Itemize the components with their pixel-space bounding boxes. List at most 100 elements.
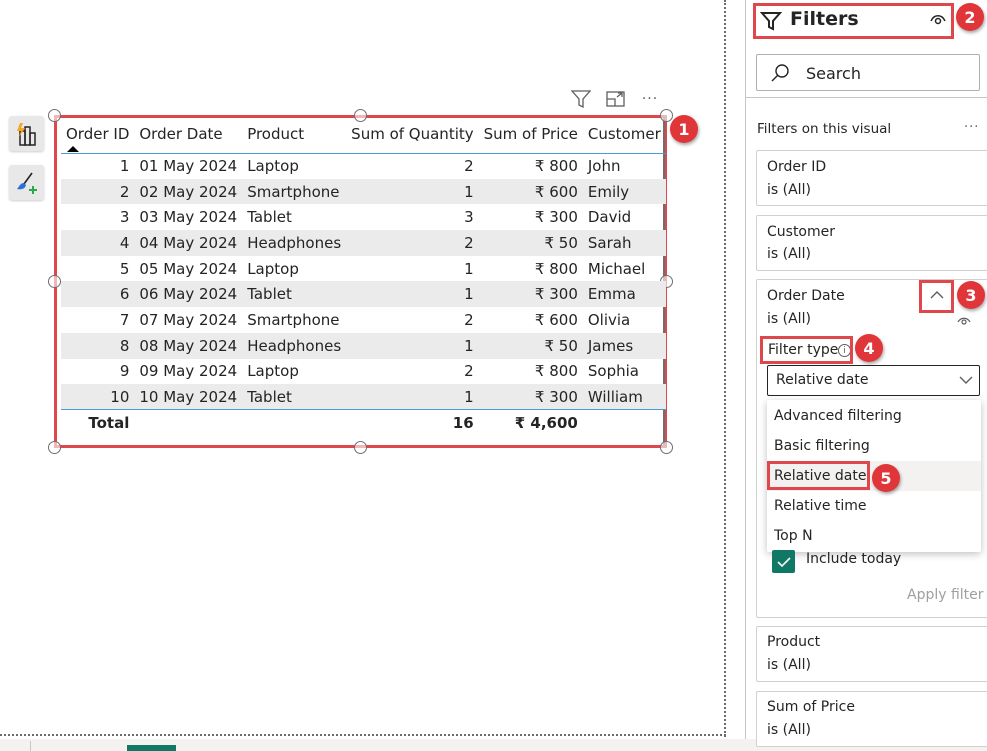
cell-price: ₹ 600 [534, 310, 578, 329]
column-header-sum-of-quantity[interactable]: Sum of Quantity [346, 119, 478, 153]
filters-on-visual-label: Filters on this visual [757, 121, 892, 137]
column-header-customer[interactable]: Customer [583, 119, 666, 153]
search-icon [771, 64, 789, 82]
cell-quantity: 2 [346, 230, 479, 256]
column-header-order-date[interactable]: Order Date [134, 119, 242, 153]
total-label: Total [88, 413, 130, 432]
sort-ascending-icon [67, 146, 79, 152]
cell-price: ₹ 50 [478, 230, 583, 256]
cell-quantity: 1 [346, 178, 479, 205]
option-basic-filtering[interactable]: Basic filtering [767, 431, 981, 461]
checkmark-icon [776, 556, 791, 567]
cell-customer: Olivia [587, 310, 631, 329]
chart-lightning-icon [16, 122, 36, 146]
filter-card-customer[interactable]: Customer is (All) [756, 215, 987, 271]
resize-handle-bottom-right[interactable] [660, 441, 673, 454]
page-tab-divider [30, 741, 31, 751]
include-today-checkbox[interactable] [772, 550, 795, 573]
cell-order-id: 7 [119, 310, 130, 329]
cell-order-id: 10 [61, 384, 135, 410]
option-top-n[interactable]: Top N [767, 521, 981, 551]
table-row[interactable]: 7 07 May 2024 Smartphone 2 ₹ 600 Olivia [61, 307, 666, 333]
filter-type-dropdown[interactable]: Relative date [767, 365, 980, 396]
annotation-box-relative-date [767, 461, 870, 490]
table-row[interactable]: 4 04 May 2024 Headphones 2 ₹ 50 Sarah [61, 230, 666, 256]
column-header-order-id[interactable]: Order ID [61, 119, 134, 153]
table-row[interactable]: 1 01 May 2024 Laptop 2 ₹ 800 John [61, 153, 666, 179]
table-row[interactable]: 3 03 May 2024 Tablet 3 ₹ 300 David [61, 204, 666, 230]
cell-product: Laptop [247, 259, 299, 278]
apply-filter-button[interactable]: Apply filter [907, 587, 984, 603]
focus-mode-button[interactable] [605, 89, 627, 109]
cell-quantity: 2 [464, 310, 474, 329]
annotation-badge-2: 2 [956, 3, 984, 31]
eye-visibility-icon[interactable] [957, 315, 971, 326]
active-page-tab-indicator[interactable] [127, 745, 176, 751]
table-row[interactable]: 8 08 May 2024 Headphones 1 ₹ 50 James [61, 332, 666, 359]
cell-order-date: 05 May 2024 [139, 259, 238, 278]
cell-product: Smartphone [247, 310, 340, 329]
table-row[interactable]: 9 09 May 2024 Laptop 2 ₹ 800 Sophia [61, 359, 666, 385]
cell-product: Headphones [242, 230, 347, 256]
table-row[interactable]: 2 02 May 2024 Smartphone 1 ₹ 600 Emily [61, 178, 666, 205]
smart-narrative-button[interactable] [9, 116, 44, 151]
cell-order-id: 6 [61, 281, 135, 308]
annotation-badge-5: 5 [872, 464, 900, 492]
cell-customer: David [587, 208, 632, 227]
cell-price: ₹ 800 [534, 157, 578, 176]
cell-price: ₹ 300 [534, 208, 578, 227]
cell-quantity: 2 [464, 362, 474, 381]
canvas-boundary-right [724, 0, 726, 737]
visual-filter-button[interactable] [570, 89, 592, 109]
cell-order-date: 09 May 2024 [139, 362, 238, 381]
cell-product: Tablet [247, 208, 292, 227]
total-empty-cell [583, 410, 666, 435]
cell-price: ₹ 800 [534, 362, 578, 381]
cell-price: ₹ 300 [478, 281, 583, 308]
cell-order-date: 08 May 2024 [134, 332, 243, 359]
cell-product: Smartphone [242, 178, 347, 205]
cell-order-date: 06 May 2024 [134, 281, 243, 308]
cell-quantity: 1 [346, 332, 479, 359]
more-options-button[interactable]: ··· [639, 89, 661, 109]
cell-customer: Sarah [582, 230, 666, 256]
chevron-down-icon [959, 376, 973, 384]
cell-quantity: 1 [464, 259, 474, 278]
table-row[interactable]: 6 06 May 2024 Tablet 1 ₹ 300 Emma [61, 281, 666, 308]
cell-customer: Emily [582, 178, 666, 205]
filter-icon [571, 90, 591, 108]
cell-price: ₹ 800 [534, 259, 578, 278]
resize-handle-bottom-left[interactable] [48, 441, 61, 454]
resize-handle-bottom[interactable] [354, 441, 367, 454]
cell-customer: Sophia [587, 362, 639, 381]
cell-price: ₹ 50 [478, 332, 583, 359]
format-visual-button[interactable] [9, 165, 44, 200]
cell-quantity: 2 [464, 157, 474, 176]
cell-quantity: 1 [346, 281, 479, 308]
total-empty-cell [134, 410, 242, 435]
filter-card-product[interactable]: Product is (All) [756, 626, 987, 682]
table-row[interactable]: 5 05 May 2024 Laptop 1 ₹ 800 Michael [61, 256, 666, 282]
cell-order-date: 02 May 2024 [134, 178, 243, 205]
option-relative-time[interactable]: Relative time [767, 491, 981, 521]
annotation-badge-3: 3 [957, 281, 985, 309]
cell-quantity: 3 [464, 208, 474, 227]
total-empty-cell [242, 410, 346, 435]
column-header-product[interactable]: Product [242, 119, 346, 153]
section-more-options-icon[interactable]: ··· [964, 120, 979, 135]
resize-handle-left[interactable] [48, 275, 61, 288]
resize-handle-top-left[interactable] [48, 109, 61, 122]
cell-product: Tablet [242, 384, 347, 410]
cell-customer: Michael [587, 259, 646, 278]
canvas-boundary-bottom [0, 734, 726, 736]
total-quantity: 16 [452, 413, 474, 432]
table-row[interactable]: 10 10 May 2024 Tablet 1 ₹ 300 William [61, 384, 666, 410]
option-advanced-filtering[interactable]: Advanced filtering [767, 401, 981, 431]
cell-customer: James [582, 332, 666, 359]
total-price: ₹ 4,600 [514, 413, 578, 432]
filter-card-sum-of-price[interactable]: Sum of Price is (All) [756, 691, 987, 747]
more-options-icon: ··· [641, 91, 659, 107]
cell-customer: John [587, 157, 621, 176]
column-header-sum-of-price[interactable]: Sum of Price [479, 119, 583, 153]
filter-card-order-id[interactable]: Order ID is (All) [756, 150, 987, 206]
